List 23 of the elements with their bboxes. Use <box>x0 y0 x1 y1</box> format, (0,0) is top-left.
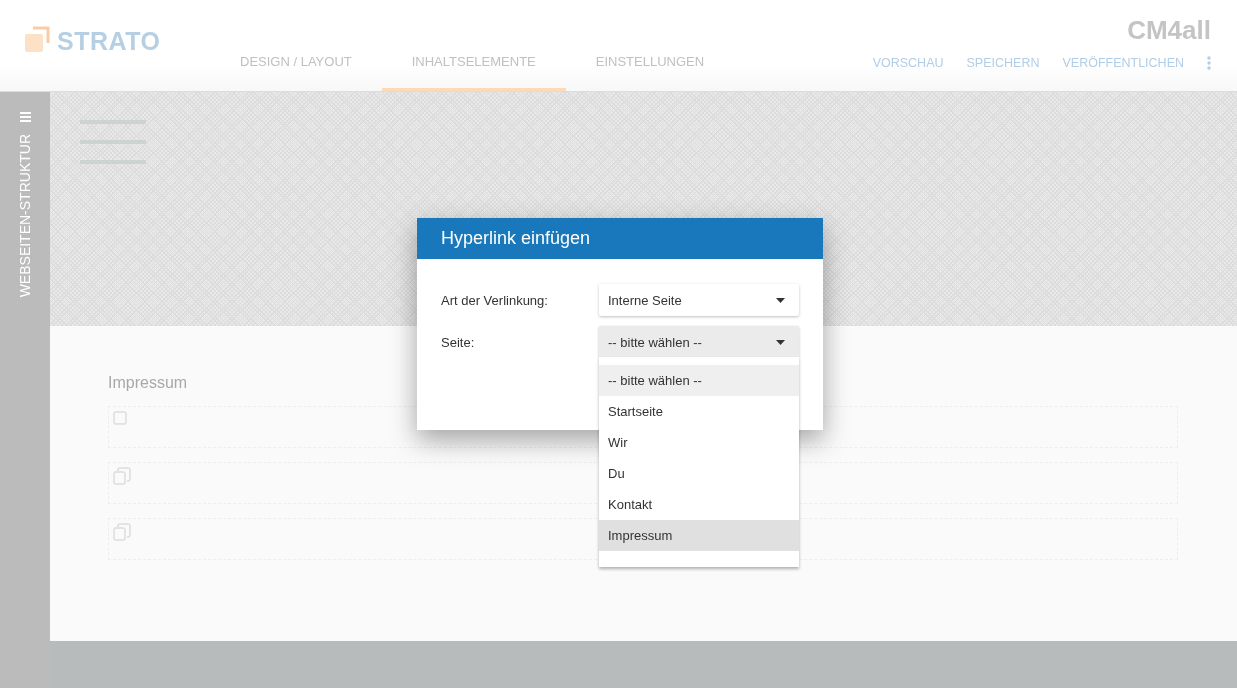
field-label: Art der Verlinkung: <box>441 292 549 308</box>
logo-text: STRATO <box>57 26 161 56</box>
page-heading: Impressum <box>108 374 188 392</box>
menu-placeholder-icon <box>80 120 146 164</box>
dropdown-option[interactable]: -- bitte wählen -- <box>599 365 799 396</box>
copy-icon <box>113 523 131 541</box>
dropdown-option[interactable]: Startseite <box>599 396 799 427</box>
copy-icon <box>113 467 131 485</box>
select-field[interactable]: -- bitte wählen -- <box>599 326 799 358</box>
dropdown-option[interactable]: Du <box>599 458 799 489</box>
menu-icon[interactable] <box>19 112 31 122</box>
logo-icon <box>25 26 51 52</box>
caret-icon <box>776 297 785 303</box>
dropdown-option[interactable]: Impressum <box>599 520 799 551</box>
select-field[interactable]: Interne Seite <box>599 284 799 316</box>
dialog-title: Hyperlink einfügen <box>417 218 823 259</box>
brand-logo: CM4all <box>1127 14 1211 46</box>
dropdown-option[interactable]: Kontakt <box>599 489 799 520</box>
caret-icon <box>776 339 785 345</box>
more-icon[interactable] <box>1207 56 1211 70</box>
field-label: Seite: <box>441 334 476 350</box>
dropdown-option[interactable]: Wir <box>599 427 799 458</box>
checkbox-icon <box>113 411 127 425</box>
